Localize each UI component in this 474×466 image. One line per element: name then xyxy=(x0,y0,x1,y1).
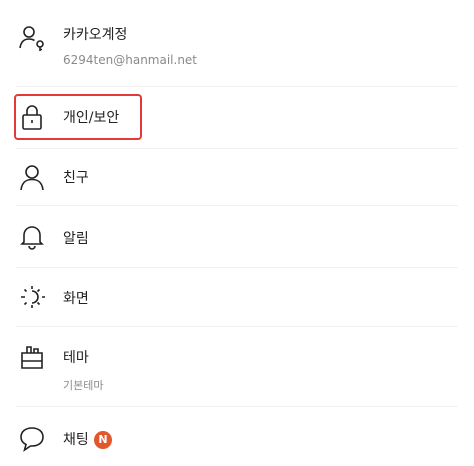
account-email: 6294ten@hanmail.net xyxy=(63,53,198,67)
settings-item-privacy-security[interactable]: 개인/보안 xyxy=(0,87,474,147)
sun-icon xyxy=(18,283,46,311)
settings-list: 카카오계정 6294ten@hanmail.net 개인/보안 친구 알림 화면… xyxy=(0,0,474,466)
chat-bubble-icon xyxy=(18,425,46,453)
settings-item-label: 친구 xyxy=(63,170,89,186)
settings-item-chatting[interactable]: 채팅 xyxy=(0,407,474,466)
settings-item-notifications[interactable]: 알림 xyxy=(0,206,474,266)
person-icon xyxy=(18,163,46,191)
paintbrush-icon xyxy=(18,343,46,371)
settings-item-label: 카카오계정 xyxy=(63,27,128,43)
settings-item-friends[interactable]: 친구 xyxy=(0,149,474,205)
new-badge: N xyxy=(94,431,112,449)
settings-item-label: 화면 xyxy=(63,291,89,307)
person-key-icon xyxy=(18,24,46,52)
bell-icon xyxy=(18,222,46,250)
settings-item-display[interactable]: 화면 xyxy=(0,268,474,326)
settings-item-label: 개인/보안 xyxy=(63,110,120,126)
lock-icon xyxy=(18,103,46,131)
settings-item-label: 알림 xyxy=(63,231,89,247)
settings-item-theme[interactable]: 테마 기본테마 xyxy=(0,327,474,405)
settings-item-label: 채팅 xyxy=(63,432,89,448)
settings-item-kakao-account[interactable]: 카카오계정 6294ten@hanmail.net xyxy=(0,10,474,84)
theme-current-value: 기본테마 xyxy=(63,379,104,392)
settings-item-label: 테마 xyxy=(63,350,89,366)
